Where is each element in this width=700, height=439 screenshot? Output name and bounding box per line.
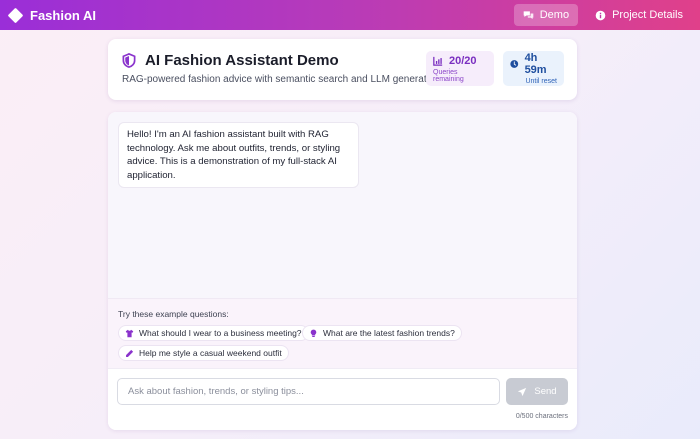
page-subtitle: RAG-powered fashion advice with semantic… [122, 74, 440, 85]
reset-timer-badge: 4h 59m Until reset [503, 51, 564, 86]
send-button[interactable]: Send [506, 378, 568, 405]
bar-chart-icon [433, 56, 443, 66]
example-questions: Try these example questions: What should… [108, 298, 577, 368]
queries-remaining-badge: 20/20 Queries remaining [426, 51, 494, 86]
brand-name: Fashion AI [30, 7, 96, 23]
send-icon [518, 387, 527, 396]
info-icon [595, 10, 606, 20]
nav-demo[interactable]: Demo [513, 4, 579, 26]
page-title: AI Fashion Assistant Demo [145, 52, 339, 69]
message-list[interactable]: Hello! I'm an AI fashion assistant built… [108, 112, 577, 298]
diamond-logo-icon [7, 7, 24, 23]
brand[interactable]: Fashion AI [7, 7, 96, 23]
example-chip-label: What should I wear to a business meeting… [139, 328, 302, 338]
chat-card: Hello! I'm an AI fashion assistant built… [108, 112, 577, 430]
example-chip-label: What are the latest fashion trends? [323, 328, 455, 338]
queries-value: 20/20 [449, 54, 477, 67]
nav-demo-label: Demo [539, 9, 570, 21]
shield-icon [122, 53, 136, 68]
header-card: AI Fashion Assistant Demo RAG-powered fa… [108, 39, 577, 100]
title-row: AI Fashion Assistant Demo [122, 52, 339, 69]
shirt-icon [125, 329, 134, 337]
example-chip-business-meeting[interactable]: What should I wear to a business meeting… [118, 325, 309, 341]
example-chip-label: Help me style a casual weekend outfit [139, 348, 282, 358]
top-nav: Fashion AI Demo Project Details [0, 0, 700, 30]
character-count: 0/500 characters [515, 413, 568, 420]
examples-label: Try these example questions: [118, 309, 229, 319]
chat-bubbles-icon [523, 10, 534, 19]
send-label: Send [534, 386, 557, 397]
lightbulb-icon [310, 329, 317, 337]
composer: Send 0/500 characters [108, 368, 577, 430]
pencil-icon [126, 349, 134, 357]
example-chip-weekend-outfit[interactable]: Help me style a casual weekend outfit [118, 345, 289, 361]
assistant-message: Hello! I'm an AI fashion assistant built… [118, 122, 359, 189]
reset-value: 4h 59m [524, 52, 547, 76]
queries-label: Queries remaining [433, 68, 464, 83]
nav-links: Demo Project Details [513, 0, 692, 30]
nav-project-details-label: Project Details [612, 9, 683, 21]
example-chip-fashion-trends[interactable]: What are the latest fashion trends? [302, 325, 462, 341]
reset-label: Until reset [525, 78, 557, 85]
chat-input[interactable] [117, 378, 500, 405]
nav-project-details[interactable]: Project Details [586, 4, 692, 26]
clock-icon [510, 60, 519, 68]
